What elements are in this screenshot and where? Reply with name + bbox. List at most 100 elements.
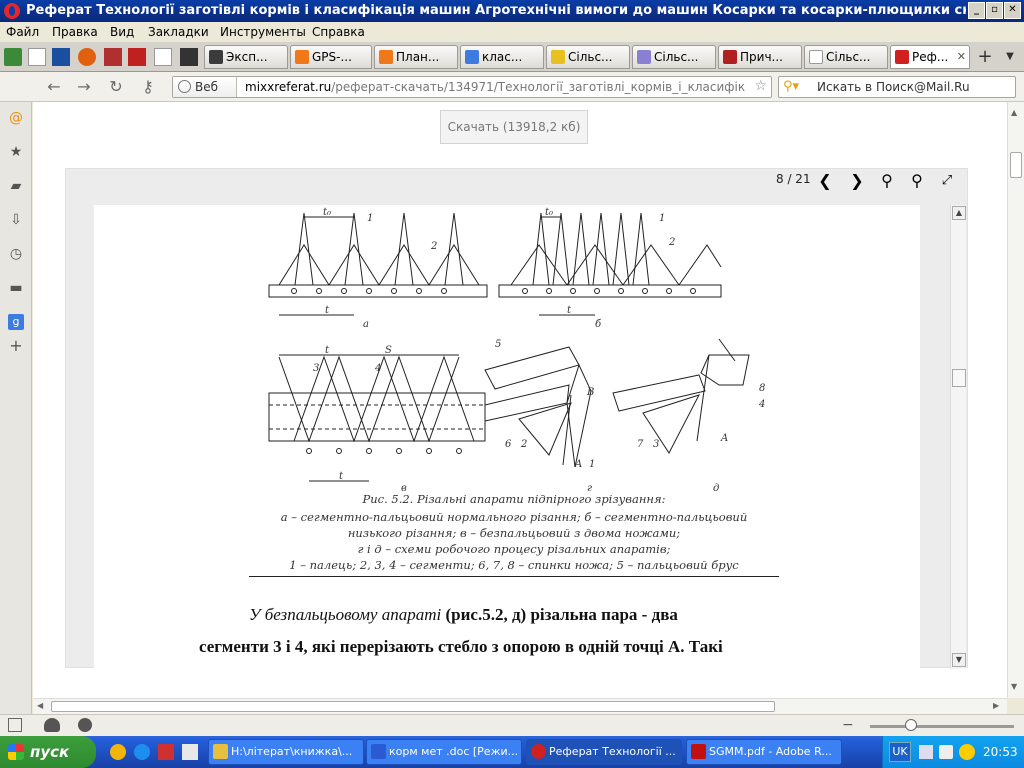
zoom-out-icon[interactable]: ⚲ xyxy=(876,170,898,192)
cloud-icon[interactable] xyxy=(44,718,60,732)
next-page-icon[interactable]: ❯ xyxy=(846,170,868,192)
speed-dial-icon[interactable] xyxy=(78,718,92,732)
key-icon[interactable]: ⚷ xyxy=(138,77,158,97)
zoom-out-small-icon[interactable]: − xyxy=(842,717,854,733)
site-f-icon xyxy=(295,50,309,64)
menu-help[interactable]: Справка xyxy=(312,25,365,39)
bookmark-star-icon[interactable]: ☆ xyxy=(754,78,767,94)
caption-line-2: а – сегментно-пальцьовий нормального різ… xyxy=(281,510,748,524)
globe-icon xyxy=(178,80,191,93)
page-scroll-down-icon[interactable]: ▼ xyxy=(1011,682,1017,691)
menu-file[interactable]: Файл xyxy=(6,25,39,39)
panels-icon[interactable]: ▬ xyxy=(8,280,24,296)
scroll-up-icon[interactable]: ▲ xyxy=(952,206,966,220)
label-a-1: 1 xyxy=(367,213,373,224)
mail-icon[interactable]: @ xyxy=(8,110,24,126)
panel-toggle-icon[interactable] xyxy=(4,48,22,66)
pinned-tab-page-icon[interactable] xyxy=(154,48,172,66)
zoom-slider[interactable] xyxy=(870,725,1014,728)
pinned-tab-video-icon[interactable] xyxy=(128,48,146,66)
tab-referat-active[interactable]: Реф... ✕ xyxy=(890,45,970,69)
quicklaunch-media-icon[interactable] xyxy=(110,744,126,760)
add-panel-icon[interactable]: + xyxy=(8,338,24,354)
panel-toggle-square-icon[interactable] xyxy=(8,718,22,732)
viewer-scrollbar[interactable]: ▲ ▼ xyxy=(950,205,966,669)
word-icon xyxy=(371,744,386,759)
opera-sidebar: @ ★ ▰ ⇩ ◷ ▬ g + xyxy=(0,102,32,714)
quicklaunch-chevron-icon[interactable] xyxy=(182,744,198,760)
language-indicator[interactable]: UK xyxy=(889,742,911,762)
zoom-in-icon[interactable]: ⚲ xyxy=(906,170,928,192)
document-page: t₀ 1 2 t a t₀ 1 2 t б t S 3 4 t в 5 B 6 … xyxy=(94,205,920,669)
tray-network-icon[interactable] xyxy=(919,745,933,759)
restore-button[interactable]: ▫ xyxy=(986,2,1003,19)
tab-silsk-1[interactable]: Сільс... xyxy=(546,45,630,69)
web-badge-button[interactable]: Веб xyxy=(173,77,237,97)
label-g-b: B xyxy=(586,387,594,398)
close-button[interactable]: ✕ xyxy=(1004,2,1021,19)
taskbar-item-folder[interactable]: H:\літерат\книжка\... xyxy=(208,739,364,765)
tab-plan[interactable]: План... xyxy=(374,45,458,69)
page-vertical-scrollbar[interactable]: ▲ ▼ xyxy=(1007,102,1024,698)
quicklaunch-browser-icon[interactable] xyxy=(134,744,150,760)
download-button[interactable]: Скачать (13918,2 кб) xyxy=(440,110,588,144)
tray-volume-icon[interactable] xyxy=(939,745,953,759)
fullscreen-icon[interactable]: ⤢ xyxy=(936,170,958,192)
search-field[interactable]: ⚲▾ Искать в Поиск@Mail.Ru xyxy=(778,76,1016,98)
menu-tools[interactable]: Инструменты xyxy=(220,25,306,39)
page-horizontal-scrollbar[interactable]: ◀ ▶ xyxy=(33,698,1007,714)
label-v-s: S xyxy=(385,345,392,356)
tab-silsk-2[interactable]: Сільс... xyxy=(632,45,716,69)
page-hscroll-thumb[interactable] xyxy=(51,701,775,712)
taskbar-item-adobe[interactable]: SGMM.pdf - Adobe R... xyxy=(686,739,842,765)
page-scroll-thumb[interactable] xyxy=(1010,152,1022,178)
pinned-tab-ukr-icon[interactable] xyxy=(52,48,70,66)
tab-prych[interactable]: Прич... xyxy=(718,45,802,69)
taskbar-item-opera[interactable]: Реферат Технології ... xyxy=(526,739,682,765)
tray-app-icon[interactable] xyxy=(959,744,975,760)
body-text-line-1: У безпальцьовому апараті (рис.5.2, д) рі… xyxy=(249,605,678,624)
taskbar-item-word[interactable]: корм мет .doc [Режи... xyxy=(366,739,522,765)
tab-expert[interactable]: Эксп... xyxy=(204,45,288,69)
page-scroll-right-icon[interactable]: ▶ xyxy=(993,701,999,710)
prev-page-icon[interactable]: ❮ xyxy=(814,170,836,192)
url-text[interactable]: mixxreferat.ru/реферат-скачать/134971/Те… xyxy=(245,77,745,97)
reload-icon[interactable]: ↻ xyxy=(106,77,126,97)
page-scroll-left-icon[interactable]: ◀ xyxy=(37,701,43,710)
pinned-tab-gear-icon[interactable] xyxy=(78,48,96,66)
tab-silsk-3[interactable]: Сільс... xyxy=(804,45,888,69)
history-icon[interactable]: ◷ xyxy=(8,246,24,262)
pinned-tab-doc-icon[interactable] xyxy=(28,48,46,66)
close-tab-icon[interactable]: ✕ xyxy=(957,46,966,68)
label-d-8: 8 xyxy=(759,383,765,394)
back-icon[interactable]: ← xyxy=(44,77,64,97)
page-content: Скачать (13918,2 кб) 8 / 21 ❮ ❯ ⚲ ⚲ ⤢ t₀… xyxy=(33,102,1007,698)
google-panel-icon[interactable]: g xyxy=(8,314,24,330)
scroll-down-icon[interactable]: ▼ xyxy=(952,653,966,667)
page-scroll-up-icon[interactable]: ▲ xyxy=(1011,108,1017,117)
figure-5-2: t₀ 1 2 t a t₀ 1 2 t б t S 3 4 t в 5 B 6 … xyxy=(249,205,779,577)
address-bar[interactable]: Веб mixxreferat.ru/реферат-скачать/13497… xyxy=(172,76,772,98)
clock[interactable]: 20:53 xyxy=(983,745,1018,759)
start-button[interactable]: пуск xyxy=(0,736,96,768)
notes-icon[interactable]: ▰ xyxy=(8,178,24,194)
quicklaunch-app-icon[interactable] xyxy=(158,744,174,760)
viewer-scroll-thumb[interactable] xyxy=(952,369,966,387)
search-engine-icon[interactable]: ⚲▾ xyxy=(783,79,799,94)
pinned-tab-film-icon[interactable] xyxy=(180,48,198,66)
forward-icon[interactable]: → xyxy=(74,77,94,97)
minimize-button[interactable]: _ xyxy=(968,2,985,19)
windows-taskbar: пуск H:\літерат\книжка\... корм мет .doc… xyxy=(0,736,1024,768)
tab-list-icon[interactable]: ▼ xyxy=(1000,46,1020,68)
downloads-icon[interactable]: ⇩ xyxy=(8,212,24,228)
pinned-tab-chart-icon[interactable] xyxy=(104,48,122,66)
bookmarks-icon[interactable]: ★ xyxy=(8,144,24,160)
menu-edit[interactable]: Правка xyxy=(52,25,98,39)
menu-bookmarks[interactable]: Закладки xyxy=(148,25,209,39)
menu-view[interactable]: Вид xyxy=(110,25,134,39)
tab-gps[interactable]: GPS-... xyxy=(290,45,372,69)
window-title-bar[interactable]: Реферат Технології заготівлі кормів і кл… xyxy=(0,0,1024,22)
zoom-slider-knob[interactable] xyxy=(905,719,917,731)
new-tab-icon[interactable]: + xyxy=(974,46,996,68)
tab-google-class[interactable]: клас... xyxy=(460,45,544,69)
